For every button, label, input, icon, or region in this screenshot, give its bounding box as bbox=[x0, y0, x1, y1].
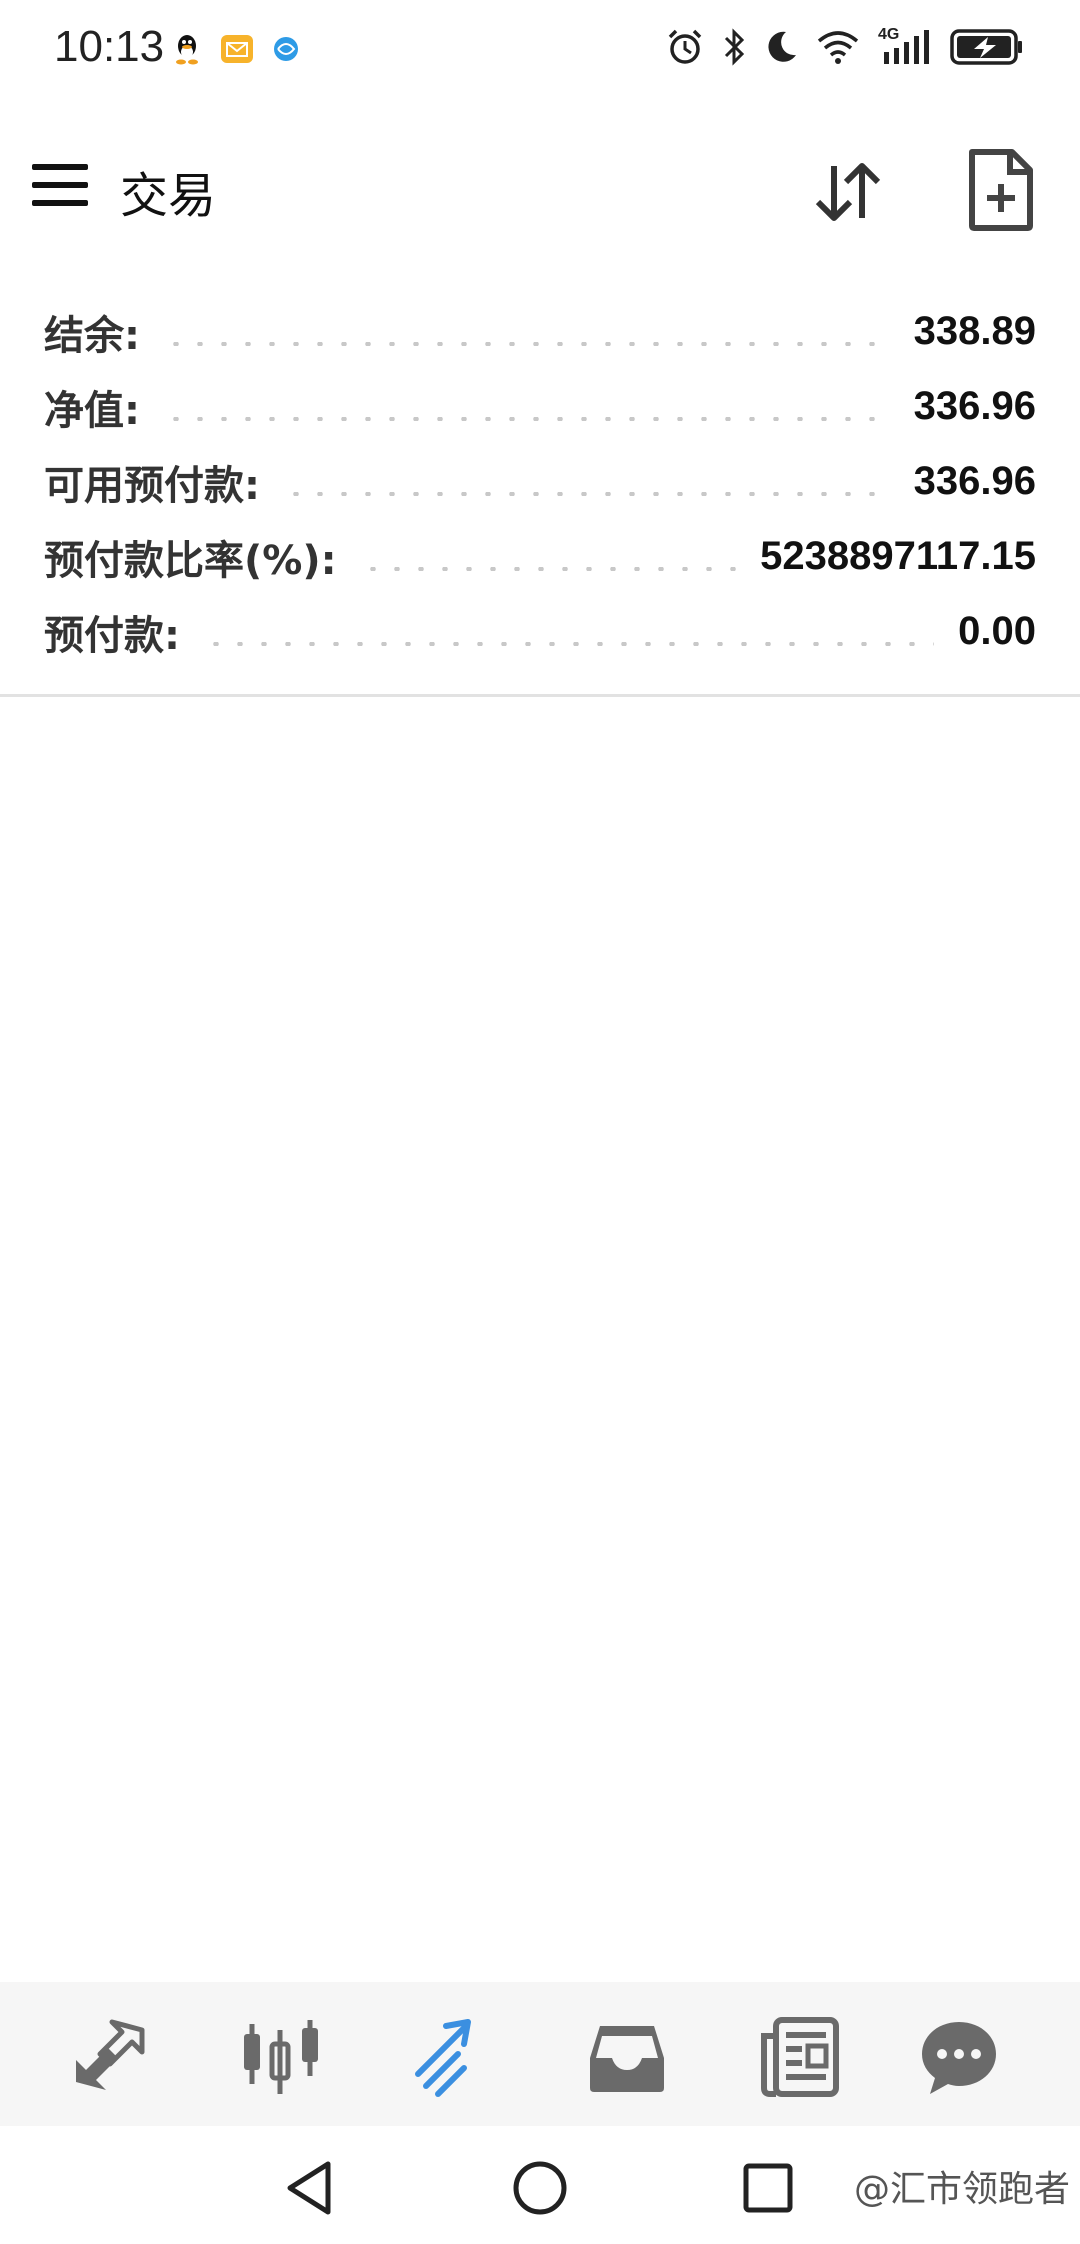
home-icon[interactable] bbox=[510, 2158, 570, 2218]
page-title: 交易 bbox=[120, 168, 217, 224]
new-order-icon[interactable] bbox=[966, 148, 1036, 232]
summary-row-margin: 预付款: 0.00 bbox=[0, 594, 1080, 669]
dot-leader bbox=[164, 416, 890, 421]
back-icon[interactable] bbox=[282, 2158, 342, 2218]
summary-row-margin-level: 预付款比率(%): 5238897117.15 bbox=[0, 519, 1080, 594]
browser-icon bbox=[274, 37, 298, 61]
watermark: @汇市领跑者 bbox=[853, 2169, 1070, 2210]
qq-icon bbox=[176, 35, 198, 65]
margin-label: 预付款: bbox=[44, 612, 180, 659]
history-inbox-icon[interactable] bbox=[586, 2016, 668, 2098]
section-divider bbox=[0, 694, 1080, 697]
margin-value: 0.00 bbox=[958, 609, 1036, 653]
app-bar: 交易 bbox=[0, 118, 1080, 254]
menu-line bbox=[32, 182, 88, 188]
free-margin-value: 336.96 bbox=[913, 459, 1036, 503]
mail-icon bbox=[221, 35, 253, 63]
status-right-icons: 4G bbox=[666, 26, 1024, 66]
chat-icon[interactable] bbox=[918, 2016, 1000, 2098]
bottom-nav bbox=[0, 1982, 1080, 2126]
status-left-icons bbox=[172, 32, 300, 66]
free-margin-label: 可用预付款: bbox=[44, 462, 260, 509]
menu-line bbox=[32, 164, 88, 170]
balance-value: 338.89 bbox=[913, 309, 1036, 353]
margin-level-value: 5238897117.15 bbox=[760, 534, 1036, 578]
news-icon[interactable] bbox=[758, 2016, 840, 2098]
dot-leader bbox=[204, 641, 935, 646]
status-bar: 10:13 4G bbox=[0, 0, 1080, 100]
trade-icon[interactable] bbox=[412, 2016, 494, 2098]
menu-button[interactable] bbox=[32, 158, 90, 216]
dot-leader bbox=[360, 566, 737, 571]
margin-level-label: 预付款比率(%): bbox=[44, 537, 337, 584]
equity-label: 净值: bbox=[44, 387, 140, 434]
summary-row-equity: 净值: 336.96 bbox=[0, 369, 1080, 444]
balance-label: 结余: bbox=[44, 312, 140, 359]
dot-leader bbox=[284, 491, 890, 496]
wifi-icon bbox=[817, 31, 859, 64]
recents-icon[interactable] bbox=[738, 2158, 798, 2218]
equity-value: 336.96 bbox=[913, 384, 1036, 428]
system-nav-bar: @汇市领跑者 bbox=[0, 2128, 1080, 2244]
dot-leader bbox=[164, 341, 890, 346]
quotes-arrows-icon[interactable] bbox=[68, 2016, 150, 2098]
candlestick-chart-icon[interactable] bbox=[240, 2016, 322, 2098]
alarm-icon bbox=[668, 29, 702, 64]
account-summary: 结余: 338.89 净值: 336.96 可用预付款: 336.96 预付款比… bbox=[0, 294, 1080, 669]
bluetooth-icon bbox=[724, 28, 745, 66]
summary-row-free-margin: 可用预付款: 336.96 bbox=[0, 444, 1080, 519]
status-time: 10:13 bbox=[54, 22, 165, 71]
moon-icon bbox=[768, 31, 796, 62]
menu-line bbox=[32, 200, 88, 206]
sort-icon[interactable] bbox=[808, 152, 888, 232]
signal-4g-icon: 4G bbox=[878, 26, 932, 66]
summary-row-balance: 结余: 338.89 bbox=[0, 294, 1080, 369]
battery-charging-icon bbox=[950, 29, 1022, 65]
